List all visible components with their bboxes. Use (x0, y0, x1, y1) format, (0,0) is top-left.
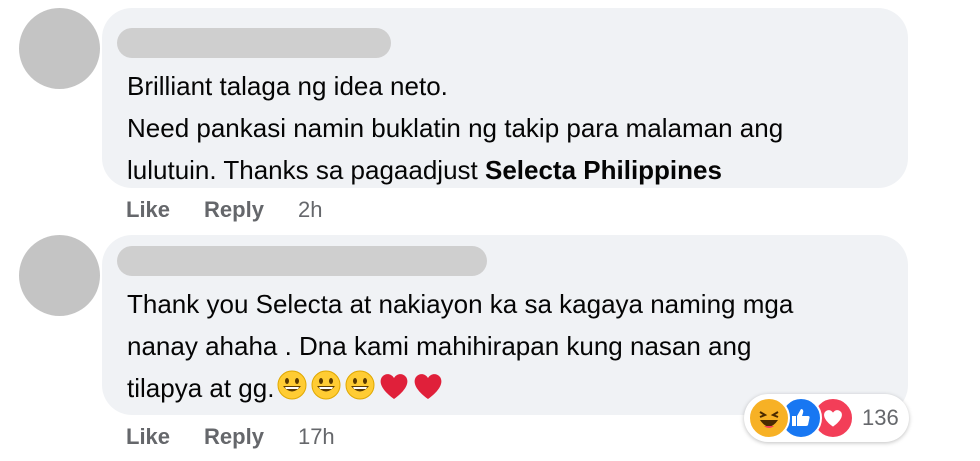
comment-1-line-3: lulutuin. Thanks sa pagaadjust (127, 155, 485, 185)
comment-2-timestamp[interactable]: 17h (298, 424, 335, 450)
red-heart-icon (412, 371, 444, 413)
comment-2-bubble: Thank you Selecta at nakiayon ka sa kaga… (102, 235, 908, 415)
grinning-face-icon (344, 369, 376, 413)
comment-2-line-1: Thank you Selecta at nakiayon ka sa kaga… (127, 289, 794, 319)
grinning-face-icon (276, 369, 308, 413)
mention-link[interactable]: Selecta Philippines (485, 155, 722, 185)
comment-2-actions: Like Reply 17h (126, 424, 335, 450)
haha-icon (748, 397, 790, 439)
comment-2-reply-button[interactable]: Reply (204, 424, 264, 450)
comment-1-timestamp[interactable]: 2h (298, 197, 322, 223)
red-heart-icon (378, 371, 410, 413)
comment-2-avatar[interactable] (19, 235, 100, 316)
comment-1-author-name-redacted[interactable] (117, 28, 391, 58)
comment-1-actions: Like Reply 2h (126, 197, 322, 223)
comment-1-line-2: Need pankasi namin buklatin ng takip par… (127, 113, 784, 143)
reaction-count: 136 (862, 405, 899, 430)
comment-2-line-3: tilapya at gg. (127, 373, 275, 403)
comment-1-bubble: Brilliant talaga ng idea neto. Need pank… (102, 8, 908, 188)
comment-1-like-button[interactable]: Like (126, 197, 170, 223)
comment-1-avatar[interactable] (19, 8, 100, 89)
comment-1-reply-button[interactable]: Reply (204, 197, 264, 223)
reactions-summary[interactable]: 136 (744, 394, 909, 442)
comment-2-line-2: nanay ahaha . Dna kami mahihirapan kung … (127, 331, 752, 361)
comment-2-author-name-redacted[interactable] (117, 246, 487, 276)
grinning-face-icon (310, 369, 342, 413)
comment-1-line-1: Brilliant talaga ng idea neto. (127, 71, 448, 101)
comment-1-text: Brilliant talaga ng idea neto. Need pank… (127, 65, 888, 191)
comment-2-like-button[interactable]: Like (126, 424, 170, 450)
